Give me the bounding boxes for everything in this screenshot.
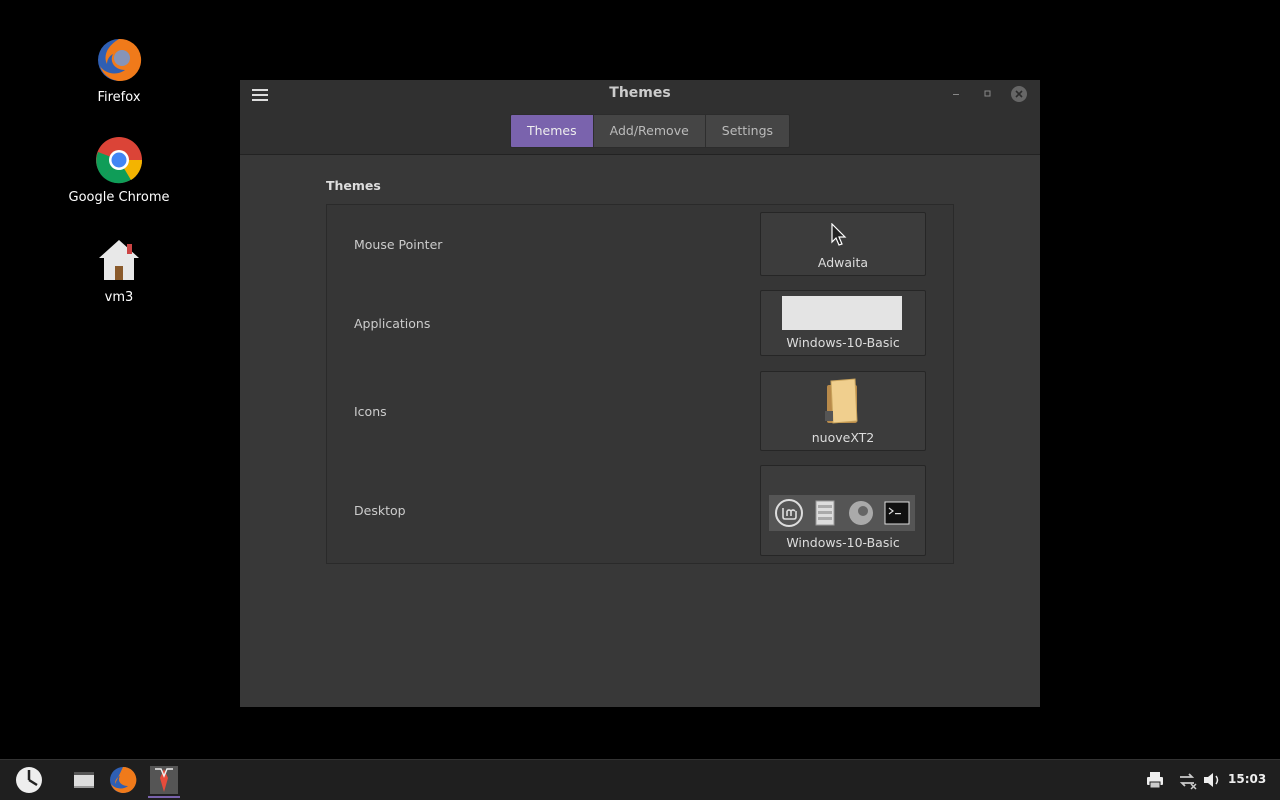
title-bar: Themes Themes Add/Remove Settings [240,80,1040,155]
firefox-icon [98,38,142,81]
row-label-desktop: Desktop [354,503,406,518]
desktop-theme-button[interactable]: Windows-10-Basic [760,465,926,556]
window-title: Themes [609,85,671,101]
taskbar: 15:03 [0,759,1280,800]
applications-theme-button[interactable]: Windows-10-Basic [760,290,926,356]
cursor-preview-icon [831,223,847,246]
maximize-icon[interactable] [980,86,996,102]
file-manager-icon [815,500,835,526]
icons-theme-button[interactable]: nuoveXT2 [760,371,926,451]
terminal-icon [884,501,910,525]
desktop-icon-firefox[interactable]: Firefox [64,36,174,105]
desktop-icon-label: vm3 [104,290,134,305]
desktop-icon-label: Firefox [97,90,141,105]
desktop-icon-home[interactable]: vm3 [64,236,174,305]
applications-theme-name: Windows-10-Basic [786,335,900,350]
folder-preview-icon [825,378,858,424]
mint-menu-icon [774,499,803,527]
minimize-icon[interactable] [948,86,964,102]
mouse-pointer-theme-button[interactable]: Adwaita [760,212,926,276]
tab-settings[interactable]: Settings [705,115,790,147]
desktop-icon-label: Google Chrome [68,190,170,205]
row-label-applications: Applications [354,316,431,331]
desktop-theme-name: Windows-10-Basic [786,535,900,550]
network-icon[interactable] [1177,770,1197,790]
icons-theme-name: nuoveXT2 [811,430,875,445]
desktop-theme-preview [769,495,915,531]
firefox-taskbar-icon[interactable] [107,764,139,796]
show-desktop-icon[interactable] [68,764,100,796]
start-menu-icon[interactable] [13,764,45,796]
mouse-pointer-theme-name: Adwaita [817,255,869,270]
clock[interactable]: 15:03 [1228,772,1266,786]
tab-bar: Themes Add/Remove Settings [510,114,791,148]
home-folder-icon [99,240,139,280]
themes-panel: Mouse Pointer Adwaita Applications Windo… [326,204,954,564]
row-label-icons: Icons [354,404,387,419]
tab-add-remove[interactable]: Add/Remove [593,115,706,147]
firefox-icon [848,501,873,525]
printer-icon[interactable] [1145,770,1165,790]
applications-theme-preview [782,296,902,330]
themes-window: Themes Themes Add/Remove Settings Themes… [240,80,1040,707]
themes-app-taskbar-icon[interactable] [148,764,180,798]
tab-themes[interactable]: Themes [511,115,594,147]
volume-icon[interactable] [1202,770,1222,790]
section-title: Themes [326,178,381,193]
desktop-icon-chrome[interactable]: Google Chrome [64,136,174,205]
chrome-icon [96,137,143,184]
close-icon[interactable] [1011,86,1027,102]
row-label-mouse-pointer: Mouse Pointer [354,237,443,252]
